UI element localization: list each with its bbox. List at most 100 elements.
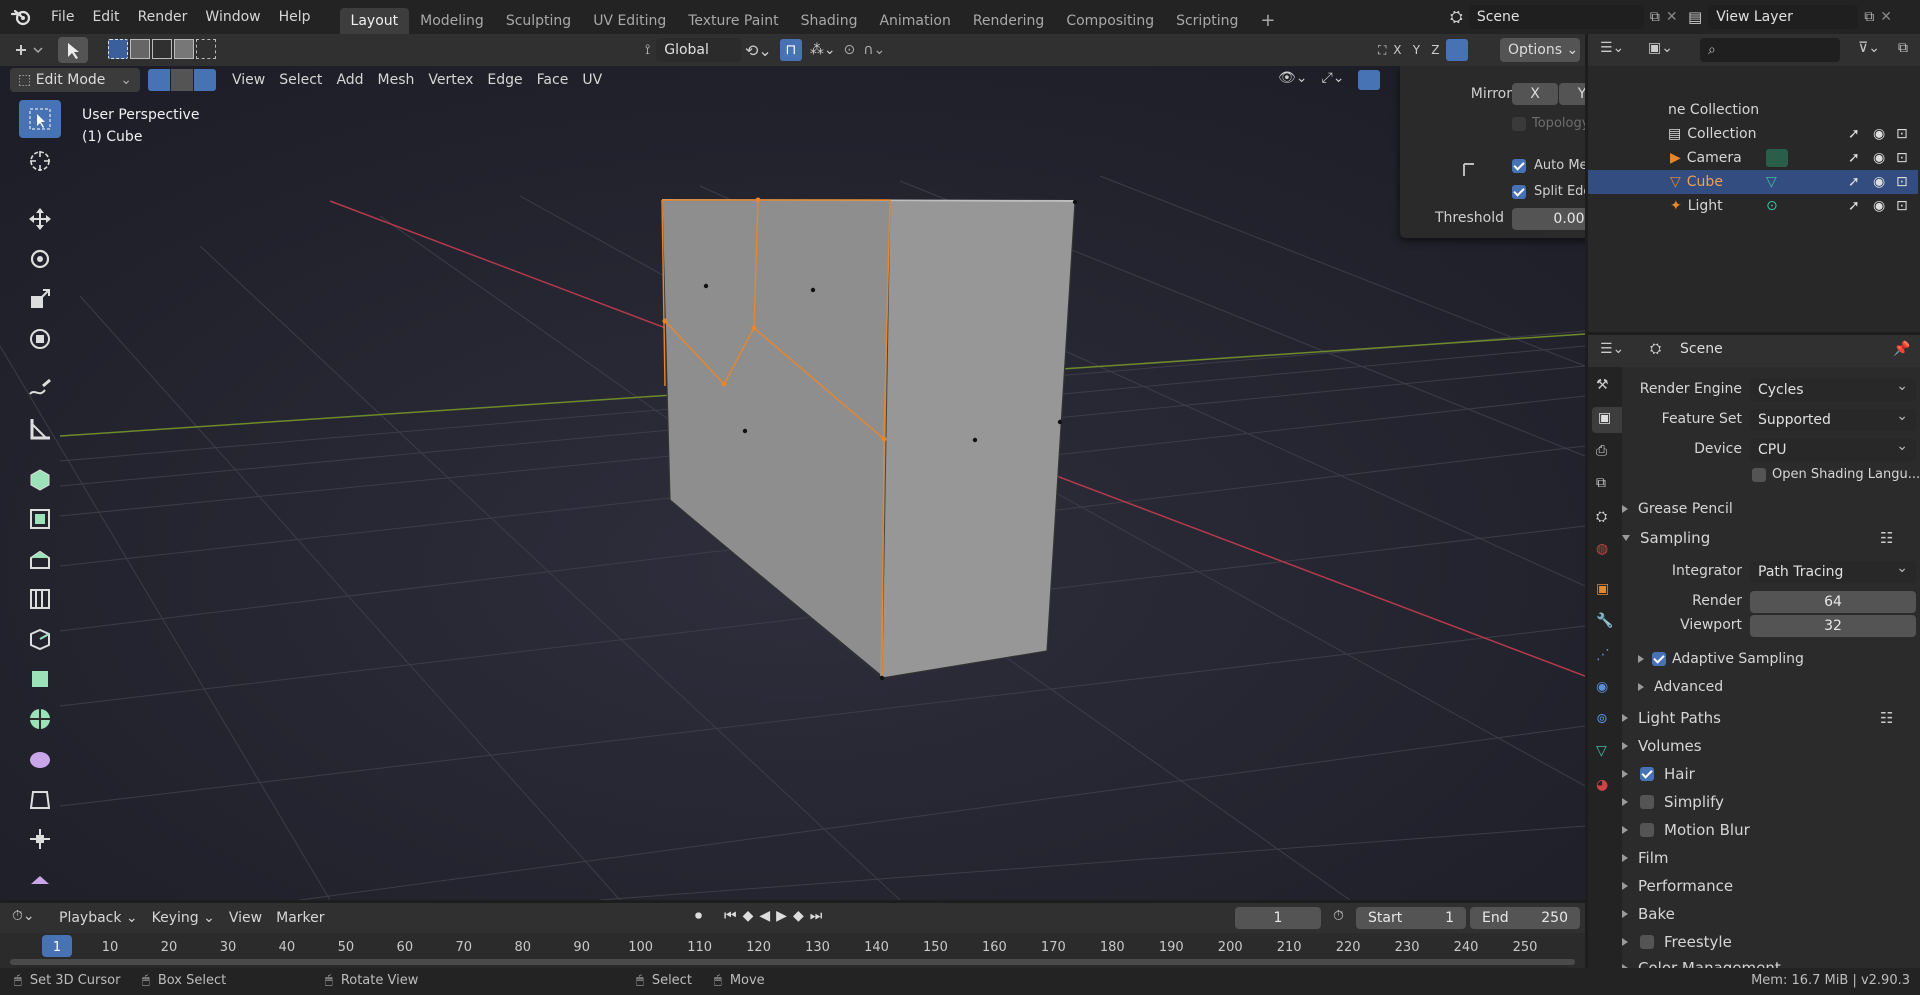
particles-tab-icon[interactable]: ⋰ bbox=[1596, 647, 1610, 663]
render-tab-icon[interactable]: ▣ bbox=[1592, 407, 1622, 433]
poly-build-tool[interactable] bbox=[19, 700, 61, 738]
light-data-icon[interactable]: ⊙ bbox=[1766, 198, 1778, 214]
select-box-tool[interactable] bbox=[19, 100, 61, 138]
presets-icon[interactable]: ☷ bbox=[1880, 529, 1893, 547]
visibility-icon[interactable]: 👁⌄ bbox=[1278, 70, 1308, 90]
measure-tool[interactable] bbox=[19, 410, 61, 448]
outliner-item-light[interactable]: ✦ Light ⊙ ➚ ◉ ⊡ bbox=[1588, 194, 1918, 218]
panel-grease-pencil[interactable]: Grease Pencil bbox=[1622, 501, 1920, 517]
select-intersect-icon[interactable] bbox=[196, 39, 216, 59]
timeline-menu-view[interactable]: View bbox=[222, 905, 269, 931]
rip-tool[interactable] bbox=[19, 820, 61, 858]
outliner-editor-icon[interactable]: ☰⌄ bbox=[1600, 40, 1624, 56]
material-tab-icon[interactable]: ◕ bbox=[1596, 777, 1608, 793]
render-samples-field[interactable]: 64 bbox=[1750, 591, 1916, 613]
panel-film[interactable]: Film bbox=[1622, 849, 1668, 867]
scale-tool[interactable] bbox=[19, 280, 61, 318]
popover-mirror-y[interactable]: Y bbox=[1559, 83, 1585, 105]
select-new-icon[interactable] bbox=[108, 39, 128, 59]
outliner-item-collection[interactable]: ▤ Collection ➚ ◉ ⊡ bbox=[1588, 122, 1918, 146]
presets-icon[interactable]: ☷ bbox=[1880, 709, 1893, 727]
freestyle-checkbox[interactable] bbox=[1640, 935, 1654, 949]
viewport-menu-add[interactable]: Add bbox=[329, 67, 370, 93]
menu-help[interactable]: Help bbox=[270, 0, 320, 34]
tab-shading[interactable]: Shading bbox=[790, 8, 869, 34]
new-collection-icon[interactable]: ⧉ bbox=[1898, 40, 1908, 56]
new-scene-icon[interactable]: ⧉ bbox=[1650, 9, 1660, 25]
view-layer-tab-icon[interactable]: ⧉ bbox=[1596, 475, 1606, 491]
cursor-tool[interactable] bbox=[19, 142, 61, 180]
camera-render-icon[interactable]: ⊡ bbox=[1896, 150, 1908, 166]
split-edges-checkbox[interactable] bbox=[1512, 184, 1526, 199]
timeline-editor-icon[interactable]: ⏱⌄ bbox=[12, 908, 35, 924]
tab-sculpting[interactable]: Sculpting bbox=[495, 8, 582, 34]
editor-type-icon[interactable] bbox=[10, 38, 48, 62]
eye-icon[interactable]: ◉ bbox=[1873, 150, 1885, 166]
viewport-menu-edge[interactable]: Edge bbox=[480, 67, 529, 93]
new-view-layer-icon[interactable]: ⧉ bbox=[1864, 9, 1874, 25]
smooth-tool[interactable] bbox=[19, 740, 61, 778]
jump-start-icon[interactable]: ⏮ bbox=[724, 908, 737, 924]
tab-rendering[interactable]: Rendering bbox=[962, 8, 1056, 34]
viewport-menu-face[interactable]: Face bbox=[530, 67, 576, 93]
camera-data-icon[interactable] bbox=[1766, 149, 1788, 167]
hair-checkbox[interactable] bbox=[1640, 767, 1654, 781]
select-toggle-icon[interactable]: ➚ bbox=[1848, 174, 1860, 190]
jump-end-icon[interactable]: ⏭ bbox=[810, 908, 823, 924]
panel-sampling[interactable]: Sampling ☷ bbox=[1622, 529, 1920, 547]
select-tool-icon[interactable] bbox=[58, 37, 88, 63]
menu-window[interactable]: Window bbox=[196, 0, 269, 34]
tab-texture-paint[interactable]: Texture Paint bbox=[677, 8, 789, 34]
tool-tab-icon[interactable]: ⚒ bbox=[1596, 377, 1609, 393]
threshold-field[interactable]: 0.001 m bbox=[1512, 208, 1585, 230]
mirror-icon[interactable]: ⛶ bbox=[1378, 43, 1386, 58]
snap-target-icon[interactable]: ⁂⌄ bbox=[810, 42, 836, 58]
panel-adaptive-sampling[interactable]: Adaptive Sampling bbox=[1638, 651, 1804, 667]
next-keyframe-icon[interactable]: ◆ bbox=[793, 908, 804, 924]
overlay-icon[interactable] bbox=[1358, 70, 1381, 90]
delete-view-layer-icon[interactable]: ✕ bbox=[1880, 9, 1892, 25]
options-button[interactable]: Options ⌄ bbox=[1500, 38, 1580, 62]
device-select[interactable]: CPU bbox=[1750, 435, 1916, 461]
tab-animation[interactable]: Animation bbox=[868, 8, 961, 34]
start-frame-field[interactable]: Start 1 bbox=[1356, 907, 1466, 929]
timeline-menu-marker[interactable]: Marker bbox=[269, 905, 331, 931]
face-select-icon[interactable] bbox=[194, 69, 216, 91]
play-icon[interactable]: ▶ bbox=[776, 908, 787, 924]
popover-mirror-x[interactable]: X bbox=[1512, 83, 1558, 105]
mesh-data-icon[interactable]: ▽ bbox=[1766, 174, 1777, 190]
panel-advanced[interactable]: Advanced bbox=[1638, 679, 1723, 695]
transform-orientation-select[interactable]: Global bbox=[656, 38, 742, 62]
gizmo-icon[interactable]: ⤢⌄ bbox=[1322, 70, 1345, 90]
adaptive-checkbox[interactable] bbox=[1652, 652, 1666, 666]
knife-tool[interactable] bbox=[19, 660, 61, 698]
panel-freestyle[interactable]: Freestyle bbox=[1622, 933, 1732, 951]
mirror-x-toggle[interactable]: X bbox=[1389, 43, 1405, 57]
spin-tool[interactable] bbox=[19, 862, 61, 892]
pivot-point-icon[interactable]: ⟲⌄ bbox=[745, 41, 772, 60]
viewport-menu-view[interactable]: View bbox=[225, 67, 272, 93]
tab-uv-editing[interactable]: UV Editing bbox=[582, 8, 677, 34]
panel-light-paths[interactable]: Light Paths ☷ bbox=[1622, 709, 1920, 727]
loop-cut-tool[interactable] bbox=[19, 620, 61, 658]
vertex-select-icon[interactable] bbox=[148, 69, 170, 91]
camera-render-icon[interactable]: ⊡ bbox=[1896, 174, 1908, 190]
display-mode-icon[interactable]: ▣⌄ bbox=[1648, 40, 1673, 56]
auto-merge-checkbox[interactable] bbox=[1512, 158, 1526, 173]
move-tool[interactable] bbox=[19, 200, 61, 238]
topology-mirror-checkbox[interactable] bbox=[1512, 116, 1526, 131]
select-toggle-icon[interactable]: ➚ bbox=[1848, 198, 1860, 214]
panel-bake[interactable]: Bake bbox=[1622, 905, 1675, 923]
camera-render-icon[interactable]: ⊡ bbox=[1896, 126, 1908, 142]
filter-icon[interactable]: ⊽⌄ bbox=[1858, 40, 1880, 56]
render-engine-select[interactable]: Cycles bbox=[1750, 375, 1916, 401]
snap-toggle-icon[interactable]: ⊓ bbox=[779, 39, 802, 61]
add-cube-tool[interactable] bbox=[19, 460, 61, 498]
menu-render[interactable]: Render bbox=[129, 0, 197, 34]
output-tab-icon[interactable]: ⎙ bbox=[1596, 443, 1607, 459]
tab-compositing[interactable]: Compositing bbox=[1055, 8, 1165, 34]
extrude-tool[interactable] bbox=[19, 500, 61, 538]
preview-range-icon[interactable]: ⏱ bbox=[1333, 908, 1344, 924]
add-workspace-button[interactable]: + bbox=[1249, 8, 1286, 34]
eye-icon[interactable]: ◉ bbox=[1873, 126, 1885, 142]
